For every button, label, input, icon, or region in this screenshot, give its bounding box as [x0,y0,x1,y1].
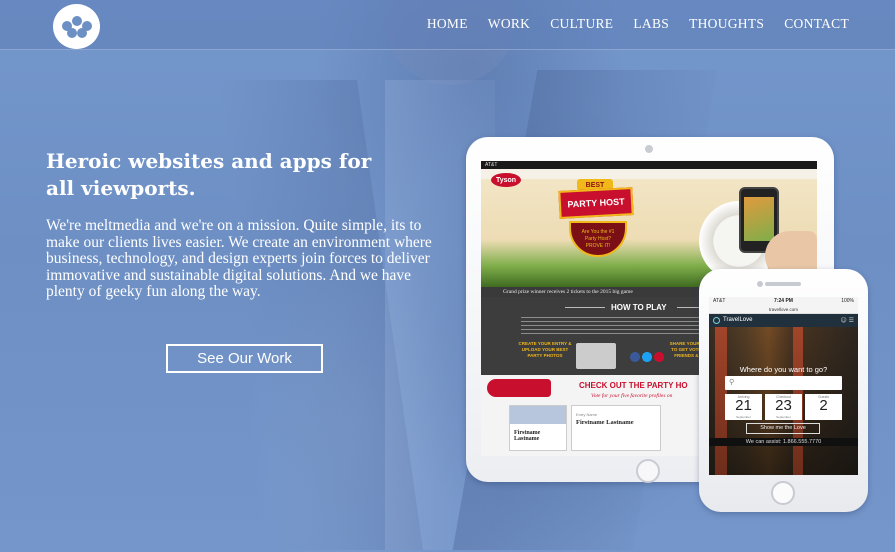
nav-home[interactable]: HOME [427,16,468,32]
profile-photo [510,406,566,424]
headline-regular: Heroic websites and apps [46,149,339,173]
phone-home-button [771,481,795,505]
date-month: September [776,415,791,419]
browser-url: travellove.com [709,306,858,314]
party-host-banner: PARTY HOST [558,187,634,219]
phone-speaker [765,282,801,286]
hero-intro: We're meltmedia and we're on a mission. … [46,217,432,301]
tablet-site-topbar [481,169,817,179]
nav-thoughts[interactable]: THOUGHTS [689,16,764,32]
social-icons [629,349,665,365]
battery-level: 100% [841,298,854,304]
entry-name-label: Entry Name [576,412,598,417]
phone-status-bar: AT&T 7:24 PM 100% [709,297,858,306]
nav-work[interactable]: WORK [488,16,530,32]
assist-phone-bar: We can assist: 1.866.555.7770 [709,438,858,446]
profile-name: Firstname Lastname [514,430,541,442]
divider [565,307,605,308]
status-time: 7:24 PM [774,298,793,304]
app-header: TravelLove ☺ ☰ [709,314,858,327]
entry-name-value: Firstname Lastname [576,419,634,426]
guests-number: 2 [819,397,828,414]
party-host-subtitle: Vote for your five favorite profiles on [591,393,673,399]
search-icon: ⚲ [729,378,735,386]
phone-screen: AT&T 7:24 PM 100% travellove.com TravelL… [709,297,858,475]
shield-line-2: Party Host? [584,236,612,242]
tablet-camera [645,145,653,153]
main-nav: HOME WORK CULTURE LABS THOUGHTS CONTACT [427,16,849,32]
hero-headline: Heroic websites and apps for all viewport… [46,148,456,202]
date-number: 21 [735,397,752,414]
logo-dot-icon [72,16,82,26]
checkout-date: Checkout 23 September [765,394,802,420]
see-our-work-button[interactable]: See Our Work [166,344,323,373]
shield-line-3: PROVE IT! [585,243,611,249]
app-name: TravelLove [723,317,753,323]
party-host-title: CHECK OUT THE PARTY HO [579,381,688,390]
destination-search-input: ⚲ [725,376,842,390]
shield-line-1: Are You the #1 [581,229,615,235]
phone-mockup: AT&T 7:24 PM 100% travellove.com TravelL… [699,269,868,512]
site-header: HOME WORK CULTURE LABS THOUGHTS CONTACT [0,0,895,50]
tyson-logo: Tyson [491,173,521,187]
logo-dot-icon [67,28,77,38]
tablet-home-button [636,459,660,483]
logo-dot-icon [77,28,87,38]
arriving-date: Arriving 21 September [725,394,762,420]
travellove-logo-icon [713,317,720,324]
profile-card[interactable]: Firstname Lastname [509,405,567,451]
step-create-entry: CREATE YOUR ENTRY & UPLOAD YOUR BEST PAR… [518,341,572,358]
entry-card[interactable]: Entry Name Firstname Lastname [571,405,661,451]
nav-contact[interactable]: CONTACT [784,16,849,32]
menu-icon: ☺ ☰ [840,317,854,324]
nav-culture[interactable]: CULTURE [550,16,613,32]
how-to-play-title: HOW TO PLAY [611,303,667,312]
tablet-status-bar: AT&T [481,161,817,169]
meltmedia-logo[interactable] [53,4,100,49]
guests-count: Guests 2 [805,394,842,420]
headline-bold-1: for [338,149,372,173]
phone-camera [757,281,763,287]
laptop-image [576,343,616,369]
pointing-foam-finger-image [487,379,551,397]
show-me-the-love-button: Show me the Love [746,423,820,434]
headline-bold-2: all viewports. [46,176,196,200]
where-prompt: Where do you want to go? [739,365,828,374]
date-number: 23 [775,397,792,414]
date-month: September [736,415,751,419]
nav-labs[interactable]: LABS [633,16,669,32]
hand-phone-screen [744,197,774,241]
